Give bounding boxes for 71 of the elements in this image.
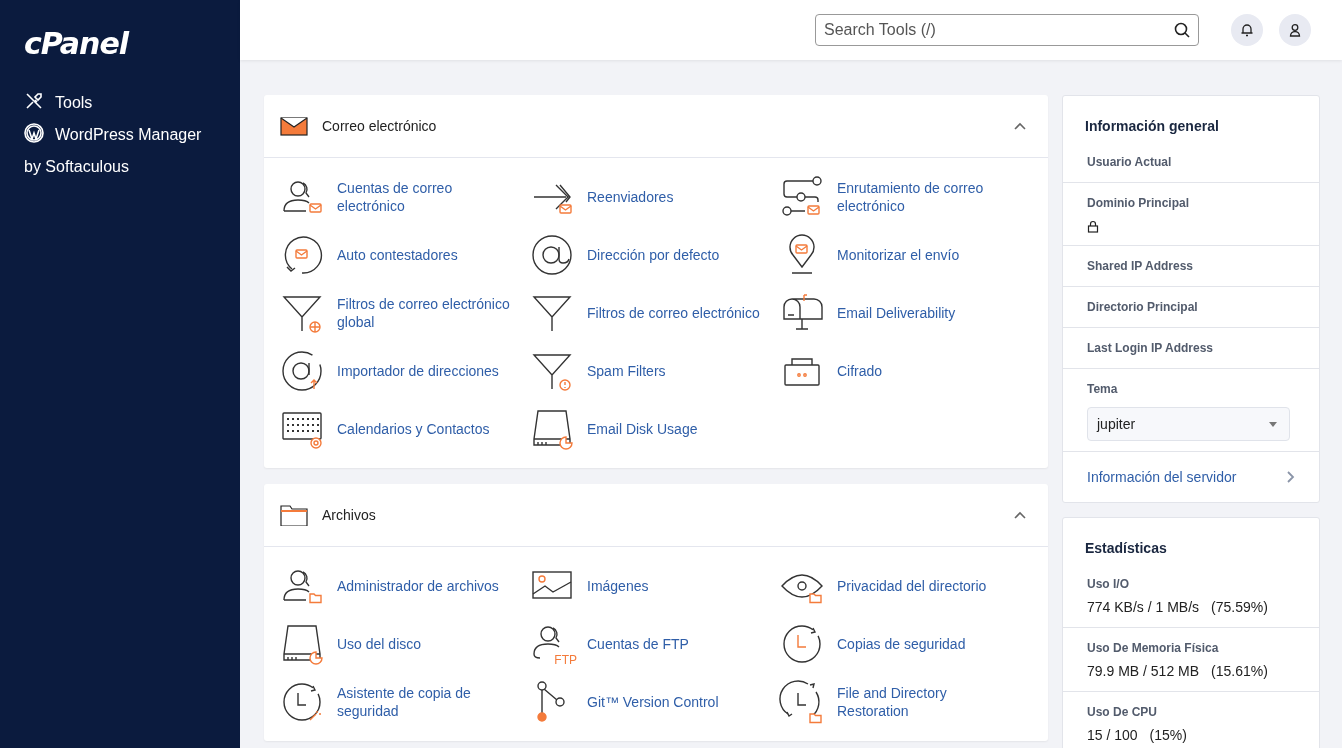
tool-link[interactable]: File and Directory Restoration <box>780 673 1030 731</box>
cpanel-logo: cPanel <box>23 25 130 61</box>
stat-value: 15 / 100 <box>1087 727 1138 743</box>
info-label: Tema <box>1087 382 1118 396</box>
tool-link[interactable]: Dirección por defecto <box>530 226 780 284</box>
card-title: Información general <box>1084 117 1220 136</box>
tool-link[interactable]: Privacidad del directorio <box>780 557 1030 615</box>
tool-link[interactable]: Filtros de correo electrónico <box>530 284 780 342</box>
clock-wand-icon <box>280 680 324 724</box>
stat-value: 774 KB/s / 1 MB/s <box>1087 599 1200 615</box>
chevron-icon <box>1014 122 1026 130</box>
bell-icon <box>1240 23 1254 37</box>
info-label: Shared IP Address <box>1087 259 1194 273</box>
info-label: Dominio Principal <box>1087 196 1189 210</box>
section-title: Archivos <box>322 507 377 523</box>
info-label: Usuario Actual <box>1087 155 1172 169</box>
tool-link[interactable]: Cuentas de correo electrónico <box>280 168 530 226</box>
user-button[interactable] <box>1279 14 1311 46</box>
notifications-button[interactable] <box>1231 14 1263 46</box>
stat-label: Uso De Memoria Física <box>1087 641 1219 655</box>
tool-link[interactable]: FTP Cuentas de FTP <box>530 615 780 673</box>
tools-icon <box>24 91 44 111</box>
stat-label: Uso I/O <box>1087 577 1129 591</box>
tool-link[interactable]: Enrutamiento de correo electrónico <box>780 168 1030 226</box>
stat-label: Uso De CPU <box>1087 705 1157 719</box>
card-title: Estadísticas <box>1084 539 1168 558</box>
disk-chart-icon <box>280 622 324 666</box>
server-info-link[interactable]: Información del servidor <box>1063 452 1319 502</box>
dropdown-arrow-icon <box>1269 421 1277 427</box>
at-upload-icon <box>280 349 324 393</box>
clock-folder-icon <box>780 680 824 724</box>
user-icon <box>1288 23 1302 37</box>
search-icon <box>1174 22 1190 38</box>
clock-icon <box>780 622 824 666</box>
tool-link[interactable]: Calendarios y Contactos <box>280 400 530 458</box>
route-mail-icon <box>780 175 824 219</box>
tool-link[interactable]: Monitorizar el envío <box>780 226 1030 284</box>
chevron-icon <box>1014 511 1026 519</box>
disk-chart-icon <box>530 407 574 451</box>
search-field[interactable]: Search Tools (/) <box>815 14 1199 46</box>
tool-link[interactable]: Copias de seguridad <box>780 615 1030 673</box>
stat-value: 79.9 MB / 512 MB <box>1087 663 1200 679</box>
tool-link[interactable]: Email Deliverability <box>780 284 1030 342</box>
stat-percent: (15%) <box>1149 727 1187 743</box>
tool-link[interactable]: Filtros de correo electrónico global <box>280 284 530 342</box>
tool-link[interactable]: Reenviadores <box>530 168 780 226</box>
tool-link[interactable]: Uso del disco <box>280 615 530 673</box>
tool-link[interactable]: Imágenes <box>530 557 780 615</box>
tool-link[interactable]: Cifrado <box>780 342 1030 400</box>
folder-icon <box>280 504 308 526</box>
circle-logo-icon <box>24 123 44 143</box>
envelope-icon <box>280 115 308 137</box>
stat-percent: (75.59%) <box>1211 599 1268 615</box>
theme-select[interactable]: jupiter <box>1087 407 1290 441</box>
section-title: Correo electrónico <box>322 118 438 134</box>
stat-percent: (15.61%) <box>1211 663 1268 679</box>
at-sign-icon <box>530 233 574 277</box>
sidebar-item[interactable]: Tools <box>0 87 238 119</box>
chevron-right-icon <box>1287 471 1295 483</box>
icon-caption: FTP <box>554 654 577 666</box>
tool-link[interactable]: Spam Filters <box>530 342 780 400</box>
info-label: Directorio Principal <box>1087 300 1198 314</box>
sidebar-item[interactable]: WordPress Manager by Softaculous <box>0 119 238 183</box>
tool-link[interactable]: Git™ Version Control <box>530 673 780 731</box>
tool-link[interactable]: Administrador de archivos <box>280 557 530 615</box>
tool-link[interactable]: Asistente de copia de seguridad <box>280 673 530 731</box>
info-label: Last Login IP Address <box>1087 341 1214 355</box>
tool-link[interactable]: Auto contestadores <box>280 226 530 284</box>
tool-link[interactable]: Importador de direcciones <box>280 342 530 400</box>
lock-icon <box>1087 220 1099 233</box>
tool-link[interactable]: Email Disk Usage <box>530 400 780 458</box>
